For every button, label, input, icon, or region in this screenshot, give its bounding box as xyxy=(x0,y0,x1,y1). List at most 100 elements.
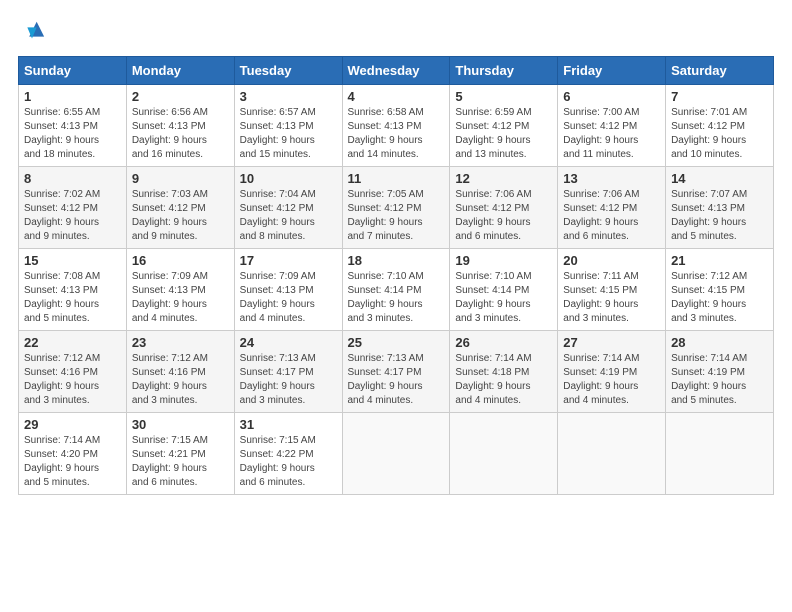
day-cell: 3Sunrise: 6:57 AM Sunset: 4:13 PM Daylig… xyxy=(234,85,342,167)
day-cell: 31 Sunrise: 7:15 AM Sunset: 4:22 PM Dayli… xyxy=(234,413,342,495)
day-info: Sunrise: 7:10 AM Sunset: 4:14 PM Dayligh… xyxy=(348,270,445,326)
logo-icon xyxy=(18,18,46,46)
day-number: 17 xyxy=(240,253,337,268)
day-info: Sunrise: 7:11 AM Sunset: 4:15 PM Dayligh… xyxy=(563,270,660,326)
day-cell: 26 Sunrise: 7:14 AM Sunset: 4:18 PM Dayli… xyxy=(450,331,558,413)
day-cell: 11 Sunrise: 7:05 AM Sunset: 4:12 PM Dayli… xyxy=(342,167,450,249)
day-number: 5 xyxy=(455,89,552,104)
day-number: 24 xyxy=(240,335,337,350)
day-number: 27 xyxy=(563,335,660,350)
day-info: Sunrise: 6:59 AM Sunset: 4:12 PM Dayligh… xyxy=(455,106,552,162)
day-info: Sunrise: 7:06 AM Sunset: 4:12 PM Dayligh… xyxy=(563,188,660,244)
day-number: 28 xyxy=(671,335,768,350)
day-cell: 16 Sunrise: 7:09 AM Sunset: 4:13 PM Dayli… xyxy=(126,249,234,331)
day-info: Sunrise: 6:55 AM Sunset: 4:13 PM Dayligh… xyxy=(24,106,121,162)
weekday-header-saturday: Saturday xyxy=(666,57,774,85)
day-cell: 5 Sunrise: 6:59 AM Sunset: 4:12 PM Daylig… xyxy=(450,85,558,167)
day-cell: 21 Sunrise: 7:12 AM Sunset: 4:15 PM Dayli… xyxy=(666,249,774,331)
weekday-header-wednesday: Wednesday xyxy=(342,57,450,85)
day-cell: 15 Sunrise: 7:08 AM Sunset: 4:13 PM Dayli… xyxy=(19,249,127,331)
day-cell: 12Sunrise: 7:06 AM Sunset: 4:12 PM Dayli… xyxy=(450,167,558,249)
day-info: Sunrise: 7:14 AM Sunset: 4:20 PM Dayligh… xyxy=(24,434,121,490)
week-row-4: 29 Sunrise: 7:14 AM Sunset: 4:20 PM Dayli… xyxy=(19,413,774,495)
day-number: 4 xyxy=(348,89,445,104)
day-number: 25 xyxy=(348,335,445,350)
day-info: Sunrise: 7:03 AM Sunset: 4:12 PM Dayligh… xyxy=(132,188,229,244)
day-number: 16 xyxy=(132,253,229,268)
day-info: Sunrise: 7:09 AM Sunset: 4:13 PM Dayligh… xyxy=(240,270,337,326)
day-number: 11 xyxy=(348,171,445,186)
day-info: Sunrise: 6:58 AM Sunset: 4:13 PM Dayligh… xyxy=(348,106,445,162)
day-info: Sunrise: 7:14 AM Sunset: 4:19 PM Dayligh… xyxy=(671,352,768,408)
day-info: Sunrise: 7:12 AM Sunset: 4:16 PM Dayligh… xyxy=(132,352,229,408)
day-number: 9 xyxy=(132,171,229,186)
day-info: Sunrise: 7:04 AM Sunset: 4:12 PM Dayligh… xyxy=(240,188,337,244)
day-cell: 6 Sunrise: 7:00 AM Sunset: 4:12 PM Daylig… xyxy=(558,85,666,167)
day-cell: 19 Sunrise: 7:10 AM Sunset: 4:14 PM Dayli… xyxy=(450,249,558,331)
day-info: Sunrise: 7:15 AM Sunset: 4:21 PM Dayligh… xyxy=(132,434,229,490)
day-info: Sunrise: 7:14 AM Sunset: 4:19 PM Dayligh… xyxy=(563,352,660,408)
day-number: 2 xyxy=(132,89,229,104)
day-number: 19 xyxy=(455,253,552,268)
day-info: Sunrise: 7:12 AM Sunset: 4:16 PM Dayligh… xyxy=(24,352,121,408)
calendar-table: SundayMondayTuesdayWednesdayThursdayFrid… xyxy=(18,56,774,495)
day-info: Sunrise: 7:09 AM Sunset: 4:13 PM Dayligh… xyxy=(132,270,229,326)
day-cell: 23 Sunrise: 7:12 AM Sunset: 4:16 PM Dayli… xyxy=(126,331,234,413)
day-info: Sunrise: 6:56 AM Sunset: 4:13 PM Dayligh… xyxy=(132,106,229,162)
day-cell: 17 Sunrise: 7:09 AM Sunset: 4:13 PM Dayli… xyxy=(234,249,342,331)
day-cell: 8Sunrise: 7:02 AM Sunset: 4:12 PM Daylig… xyxy=(19,167,127,249)
day-cell: 2 Sunrise: 6:56 AM Sunset: 4:13 PM Daylig… xyxy=(126,85,234,167)
day-number: 23 xyxy=(132,335,229,350)
day-info: Sunrise: 7:12 AM Sunset: 4:15 PM Dayligh… xyxy=(671,270,768,326)
day-info: Sunrise: 7:01 AM Sunset: 4:12 PM Dayligh… xyxy=(671,106,768,162)
weekday-header-sunday: Sunday xyxy=(19,57,127,85)
day-number: 7 xyxy=(671,89,768,104)
day-number: 31 xyxy=(240,417,337,432)
weekday-header-row: SundayMondayTuesdayWednesdayThursdayFrid… xyxy=(19,57,774,85)
day-cell: 10 Sunrise: 7:04 AM Sunset: 4:12 PM Dayli… xyxy=(234,167,342,249)
day-cell: 18 Sunrise: 7:10 AM Sunset: 4:14 PM Dayli… xyxy=(342,249,450,331)
day-number: 12 xyxy=(455,171,552,186)
header xyxy=(18,18,774,46)
day-number: 10 xyxy=(240,171,337,186)
day-number: 21 xyxy=(671,253,768,268)
day-cell: 28 Sunrise: 7:14 AM Sunset: 4:19 PM Dayli… xyxy=(666,331,774,413)
day-info: Sunrise: 7:05 AM Sunset: 4:12 PM Dayligh… xyxy=(348,188,445,244)
day-number: 13 xyxy=(563,171,660,186)
day-cell: 13 Sunrise: 7:06 AM Sunset: 4:12 PM Dayli… xyxy=(558,167,666,249)
day-info: Sunrise: 7:13 AM Sunset: 4:17 PM Dayligh… xyxy=(348,352,445,408)
day-number: 26 xyxy=(455,335,552,350)
day-info: Sunrise: 7:14 AM Sunset: 4:18 PM Dayligh… xyxy=(455,352,552,408)
day-number: 30 xyxy=(132,417,229,432)
week-row-0: 1 Sunrise: 6:55 AM Sunset: 4:13 PM Daylig… xyxy=(19,85,774,167)
day-info: Sunrise: 7:00 AM Sunset: 4:12 PM Dayligh… xyxy=(563,106,660,162)
logo xyxy=(18,18,50,46)
day-cell xyxy=(342,413,450,495)
day-number: 1 xyxy=(24,89,121,104)
day-info: Sunrise: 7:15 AM Sunset: 4:22 PM Dayligh… xyxy=(240,434,337,490)
day-number: 18 xyxy=(348,253,445,268)
day-cell: 30 Sunrise: 7:15 AM Sunset: 4:21 PM Dayli… xyxy=(126,413,234,495)
weekday-header-friday: Friday xyxy=(558,57,666,85)
day-info: Sunrise: 7:13 AM Sunset: 4:17 PM Dayligh… xyxy=(240,352,337,408)
week-row-3: 22 Sunrise: 7:12 AM Sunset: 4:16 PM Dayli… xyxy=(19,331,774,413)
day-cell: 9 Sunrise: 7:03 AM Sunset: 4:12 PM Daylig… xyxy=(126,167,234,249)
day-number: 22 xyxy=(24,335,121,350)
day-info: Sunrise: 7:10 AM Sunset: 4:14 PM Dayligh… xyxy=(455,270,552,326)
main-container: SundayMondayTuesdayWednesdayThursdayFrid… xyxy=(0,0,792,505)
day-cell: 25 Sunrise: 7:13 AM Sunset: 4:17 PM Dayli… xyxy=(342,331,450,413)
day-number: 6 xyxy=(563,89,660,104)
day-number: 29 xyxy=(24,417,121,432)
day-number: 15 xyxy=(24,253,121,268)
day-cell: 4 Sunrise: 6:58 AM Sunset: 4:13 PM Daylig… xyxy=(342,85,450,167)
day-cell: 27 Sunrise: 7:14 AM Sunset: 4:19 PM Dayli… xyxy=(558,331,666,413)
day-info: Sunrise: 6:57 AM Sunset: 4:13 PM Dayligh… xyxy=(240,106,337,162)
day-number: 8 xyxy=(24,171,121,186)
day-info: Sunrise: 7:07 AM Sunset: 4:13 PM Dayligh… xyxy=(671,188,768,244)
day-cell: 22 Sunrise: 7:12 AM Sunset: 4:16 PM Dayli… xyxy=(19,331,127,413)
day-cell: 20Sunrise: 7:11 AM Sunset: 4:15 PM Dayli… xyxy=(558,249,666,331)
day-cell: 7 Sunrise: 7:01 AM Sunset: 4:12 PM Daylig… xyxy=(666,85,774,167)
week-row-2: 15 Sunrise: 7:08 AM Sunset: 4:13 PM Dayli… xyxy=(19,249,774,331)
week-row-1: 8Sunrise: 7:02 AM Sunset: 4:12 PM Daylig… xyxy=(19,167,774,249)
day-info: Sunrise: 7:08 AM Sunset: 4:13 PM Dayligh… xyxy=(24,270,121,326)
